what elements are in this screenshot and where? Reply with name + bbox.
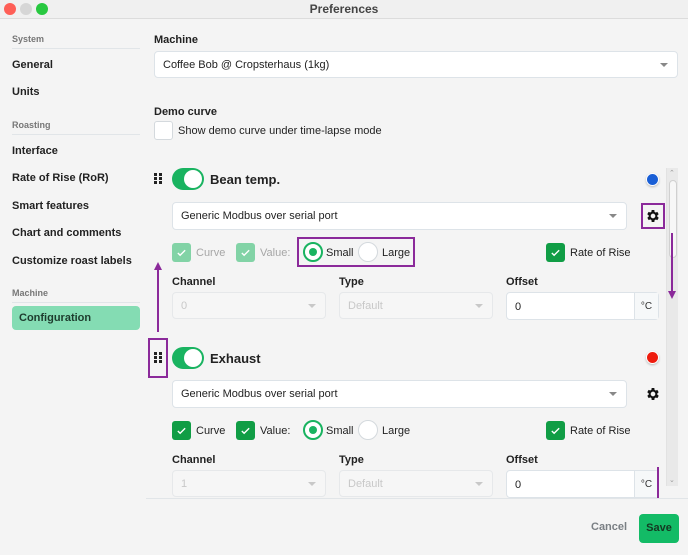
type-select[interactable]: Default [339,470,493,497]
annotation-arrow-scroll [671,233,673,291]
offset-label: Offset [506,276,538,288]
window-title: Preferences [309,2,379,16]
type-label: Type [339,276,364,288]
sensor-source-value: Generic Modbus over serial port [181,210,338,222]
rate-of-rise-checkbox[interactable] [546,243,565,262]
sidebar-section-system: System [12,34,45,44]
save-button[interactable]: Save [639,514,679,543]
sidebar-section-machine: Machine [12,288,49,298]
size-small-label: Small [326,425,354,437]
sensor-color-picker[interactable] [646,173,659,186]
sidebar-section-roasting: Roasting [12,120,51,130]
machine-select[interactable]: Coffee Bob @ Cropsterhaus (1kg) [154,51,678,78]
offset-unit: °C [634,471,658,497]
divider [12,302,140,303]
demo-curve-label: Demo curve [154,106,217,118]
channel-value: 0 [181,299,188,312]
chevron-down-icon [660,62,668,67]
chevron-down-icon [475,481,483,486]
sidebar: System General Units Roasting Interface … [0,20,146,555]
value-label: Value: [260,247,291,259]
rate-of-rise-checkbox[interactable] [546,421,565,440]
scroll-up-icon[interactable]: ⌃ [669,169,675,177]
bean-temp-toggle[interactable] [172,168,204,190]
drag-handle-icon[interactable] [154,173,164,185]
exhaust-toggle[interactable] [172,347,204,369]
demo-curve-checkbox-label: Show demo curve under time-lapse mode [178,125,382,137]
size-large-radio[interactable] [358,420,378,440]
gear-icon[interactable] [645,386,661,402]
chevron-down-icon [475,303,483,308]
machine-label: Machine [154,34,199,46]
chevron-down-icon [609,214,617,218]
curve-checkbox[interactable] [172,243,191,262]
footer: Cancel Save [146,498,688,555]
annotation-arrow-up [157,270,159,332]
offset-label: Offset [506,454,538,466]
title-bar: Preferences [0,0,688,19]
channel-select[interactable]: 1 [172,470,326,497]
channel-select[interactable]: 0 [172,292,326,319]
channel-value: 1 [181,477,188,490]
curve-label: Curve [196,247,226,259]
chevron-down-icon [609,392,617,396]
sensor-source-value: Generic Modbus over serial port [181,388,338,400]
value-checkbox[interactable] [236,243,255,262]
type-select[interactable]: Default [339,292,493,319]
chevron-down-icon [308,481,316,486]
type-value: Default [348,299,383,312]
curve-label: Curve [196,425,226,437]
divider [12,48,140,49]
sidebar-item-rate-of-rise[interactable]: Rate of Rise (RoR) [12,172,109,184]
divider [12,134,140,135]
annotation-arrowhead-down [668,291,676,299]
annotation-box-size-options [297,237,415,267]
cancel-button[interactable]: Cancel [591,521,627,533]
sensor-title: Exhaust [210,351,261,366]
sensor-color-picker[interactable] [646,351,659,364]
annotation-box-gear [641,203,665,229]
sensor-title: Bean temp. [210,172,281,187]
sidebar-item-smart-features[interactable]: Smart features [12,200,89,212]
channel-label: Channel [172,276,216,288]
curve-checkbox[interactable] [172,421,191,440]
offset-unit: °C [634,293,658,319]
size-small-radio[interactable] [303,420,323,440]
value-checkbox[interactable] [236,421,255,440]
sidebar-item-interface[interactable]: Interface [12,145,58,157]
rate-of-rise-label: Rate of Rise [570,247,631,259]
chevron-down-icon [308,303,316,308]
main-content: Machine Coffee Bob @ Cropsterhaus (1kg) … [146,20,688,498]
offset-value: 0 [515,301,522,313]
preferences-window: Preferences System General Units Roastin… [0,0,688,555]
annotation-arrowhead-up [154,262,162,270]
type-value: Default [348,477,383,490]
sensor-source-select[interactable]: Generic Modbus over serial port [172,380,627,408]
offset-input[interactable]: 0 °C [506,292,659,320]
sidebar-item-chart-and-comments[interactable]: Chart and comments [12,227,121,239]
scroll-down-icon[interactable]: ⌄ [669,476,675,484]
sensor-source-select[interactable]: Generic Modbus over serial port [172,202,627,230]
type-label: Type [339,454,364,466]
sidebar-item-units[interactable]: Units [12,86,40,98]
machine-select-value: Coffee Bob @ Cropsterhaus (1kg) [163,58,330,71]
value-label: Value: [260,425,291,437]
offset-value: 0 [515,479,522,491]
sidebar-item-configuration[interactable]: Configuration [12,306,140,330]
annotation-box-drag-handle [148,338,168,378]
channel-label: Channel [172,454,216,466]
sidebar-item-customize-roast-labels[interactable]: Customize roast labels [12,255,132,267]
sidebar-item-general[interactable]: General [12,59,53,71]
offset-input[interactable]: 0 °C [506,470,659,498]
scrollbar[interactable]: ⌃ ⌄ [666,168,678,486]
rate-of-rise-label: Rate of Rise [570,425,631,437]
size-large-label: Large [382,425,411,437]
demo-curve-checkbox[interactable] [154,121,173,140]
